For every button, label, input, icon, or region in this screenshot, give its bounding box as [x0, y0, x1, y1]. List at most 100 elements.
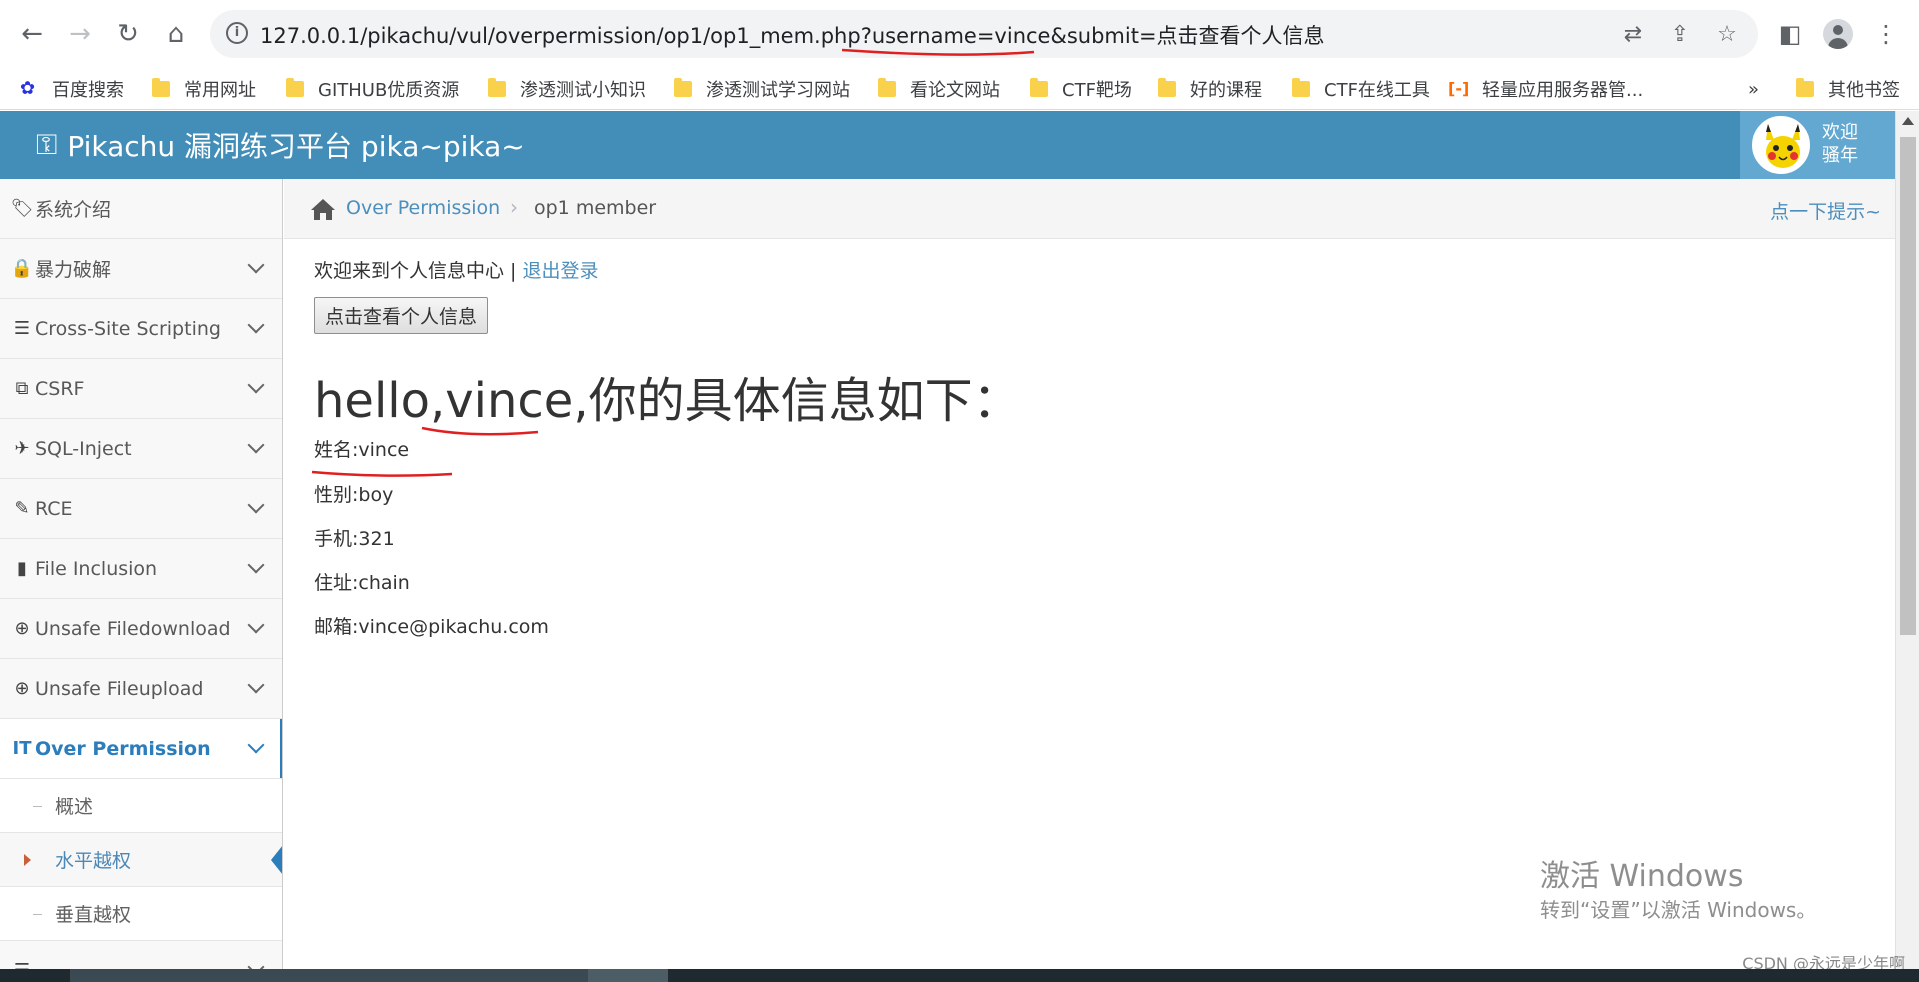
- sidebar-item-xss[interactable]: ☰ Cross-Site Scripting: [0, 299, 282, 359]
- bookmark-item[interactable]: 渗透测试小知识: [488, 72, 646, 106]
- folder-icon: [1292, 78, 1310, 97]
- list-icon: ☰: [13, 318, 31, 339]
- profile-icon[interactable]: [1820, 16, 1856, 52]
- app-title[interactable]: ⚿ Pikachu 漏洞练习平台 pika~pika~: [36, 125, 525, 165]
- bookmark-item[interactable]: ✿ 百度搜索: [20, 72, 124, 106]
- bookmark-item[interactable]: CTF靶场: [1030, 72, 1132, 106]
- back-icon[interactable]: ←: [14, 16, 50, 52]
- avatar: [1752, 116, 1810, 174]
- chevron-down-icon: [247, 556, 265, 574]
- chevron-down-icon: [247, 496, 265, 514]
- view-info-button[interactable]: 点击查看个人信息: [314, 297, 489, 334]
- folder-icon: [488, 78, 506, 97]
- chevron-down-icon: [247, 676, 265, 694]
- bookmark-star-icon[interactable]: ☆: [1714, 22, 1740, 48]
- breadcrumb-separator-icon: ›: [510, 195, 518, 219]
- sidebar-item-intro[interactable]: 🏷 系统介绍: [0, 179, 282, 239]
- caret-right-icon: [24, 854, 31, 866]
- reload-icon[interactable]: ↻: [110, 16, 146, 52]
- sidebar-item-next[interactable]: ☰: [0, 941, 282, 969]
- upload-icon: ⊕: [14, 678, 30, 699]
- chevron-down-icon: [247, 376, 265, 394]
- bookmarks-bar: ✿ 百度搜索 常用网址 GITHUB优质资源 渗透测试小知识 渗透测试学习网站 看…: [0, 68, 1919, 110]
- sidebar-item-rce[interactable]: ✎ RCE: [0, 479, 282, 539]
- share-icon[interactable]: ⇪: [1667, 22, 1693, 48]
- user-menu[interactable]: 欢迎 骚年: [1740, 111, 1895, 179]
- folder-icon: [1158, 78, 1176, 97]
- home-icon[interactable]: ⌂: [158, 16, 194, 52]
- sidebar-subitem-horizontal[interactable]: 水平越权: [0, 833, 282, 887]
- user-greeting: 欢迎 骚年: [1822, 122, 1858, 166]
- list-icon: ☰: [10, 960, 34, 969]
- folder-icon: [878, 78, 896, 97]
- text-height-icon: IT: [12, 738, 32, 759]
- translate-icon[interactable]: ⇄: [1620, 22, 1646, 48]
- download-icon: ⊕: [14, 618, 30, 639]
- folder-icon: [674, 78, 692, 97]
- breadcrumb-current: op1 member: [534, 197, 657, 219]
- home-icon: [311, 199, 335, 220]
- bookmark-item[interactable]: [-] 轻量应用服务器管...: [1448, 72, 1643, 106]
- info-email: 邮箱:vince@pikachu.com: [314, 616, 549, 638]
- sidebar-subitem-overview[interactable]: 概述: [0, 779, 282, 833]
- sidebar-item-csrf[interactable]: ⧉ CSRF: [0, 359, 282, 419]
- bookmarks-overflow-button[interactable]: »: [1748, 72, 1759, 106]
- folder-icon: [286, 78, 304, 97]
- tags-icon: 🏷: [10, 198, 34, 219]
- sidebar-item-filedownload[interactable]: ⊕ Unsafe Filedownload: [0, 599, 282, 659]
- breadcrumb-link[interactable]: Over Permission: [346, 197, 500, 219]
- browser-toolbar: ← → ↻ ⌂ i 127.0.0.1/pikachu/vul/overperm…: [0, 0, 1919, 68]
- folder-icon: [1030, 78, 1048, 97]
- folder-icon: [1796, 78, 1814, 97]
- taskbar: [0, 969, 1919, 982]
- chevron-down-icon: [247, 958, 265, 969]
- sidebar: 🏷 系统介绍 🔒 暴力破解 ☰ Cross-Site Scripting ⧉ CSRF …: [0, 179, 283, 969]
- windows-activation-watermark: 激活 Windows 转到“设置”以激活 Windows。: [1540, 859, 1817, 922]
- active-pointer: [271, 845, 282, 875]
- info-name: 姓名:vince: [314, 439, 410, 461]
- chevron-down-icon: [247, 436, 265, 454]
- side-panel-icon[interactable]: ◧: [1772, 16, 1808, 52]
- forward-icon[interactable]: →: [62, 16, 98, 52]
- welcome-line: 欢迎来到个人信息中心 | 退出登录: [314, 260, 599, 282]
- bookmark-item[interactable]: 常用网址: [152, 72, 256, 106]
- url-text[interactable]: 127.0.0.1/pikachu/vul/overpermission/op1…: [260, 20, 1325, 50]
- address-bar[interactable]: i 127.0.0.1/pikachu/vul/overpermission/o…: [210, 10, 1758, 58]
- hint-link[interactable]: 点一下提示~: [1770, 197, 1881, 224]
- chevron-down-icon: [247, 736, 265, 754]
- scroll-up-icon[interactable]: [1902, 117, 1914, 125]
- site-info-icon[interactable]: i: [226, 22, 248, 44]
- logout-link[interactable]: 退出登录: [522, 260, 598, 282]
- breadcrumb: Over Permission › op1 member 点一下提示~: [284, 179, 1895, 239]
- info-gender: 性别:boy: [314, 484, 394, 506]
- sidebar-item-bruteforce[interactable]: 🔒 暴力破解: [0, 239, 282, 299]
- info-address: 住址:chain: [314, 572, 410, 594]
- chevron-down-icon: [247, 616, 265, 634]
- bookmark-item[interactable]: 渗透测试学习网站: [674, 72, 850, 106]
- bookmark-item[interactable]: GITHUB优质资源: [286, 72, 459, 106]
- external-link-icon: ⧉: [15, 378, 29, 399]
- sidebar-subitem-vertical[interactable]: 垂直越权: [0, 887, 282, 941]
- bookmark-item[interactable]: 好的课程: [1158, 72, 1262, 106]
- other-bookmarks[interactable]: 其他书签: [1796, 72, 1900, 106]
- page-title: hello,vince,你的具体信息如下：: [314, 373, 1021, 429]
- file-icon: ▮: [17, 558, 27, 579]
- scroll-thumb[interactable]: [1900, 137, 1916, 635]
- sidebar-item-file-inclusion[interactable]: ▮ File Inclusion: [0, 539, 282, 599]
- plane-icon: ✈: [14, 438, 30, 459]
- app-header: ⚿ Pikachu 漏洞练习平台 pika~pika~ 欢迎 骚年: [0, 111, 1895, 179]
- sidebar-item-over-permission[interactable]: IT Over Permission: [0, 719, 282, 779]
- baidu-icon: ✿: [20, 78, 36, 99]
- bookmark-item[interactable]: 看论文网站: [878, 72, 1000, 106]
- bookmark-item[interactable]: CTF在线工具: [1292, 72, 1430, 106]
- menu-kebab-icon[interactable]: ⋮: [1868, 16, 1904, 52]
- cloud-icon: [-]: [1448, 79, 1470, 98]
- info-phone: 手机:321: [314, 528, 395, 550]
- sidebar-item-sqli[interactable]: ✈ SQL-Inject: [0, 419, 282, 479]
- pencil-icon: ✎: [14, 498, 30, 519]
- sidebar-item-fileupload[interactable]: ⊕ Unsafe Fileupload: [0, 659, 282, 719]
- folder-icon: [152, 78, 170, 97]
- chevron-down-icon: [247, 256, 265, 274]
- scrollbar[interactable]: [1895, 111, 1919, 969]
- key-icon: ⚿: [36, 128, 58, 161]
